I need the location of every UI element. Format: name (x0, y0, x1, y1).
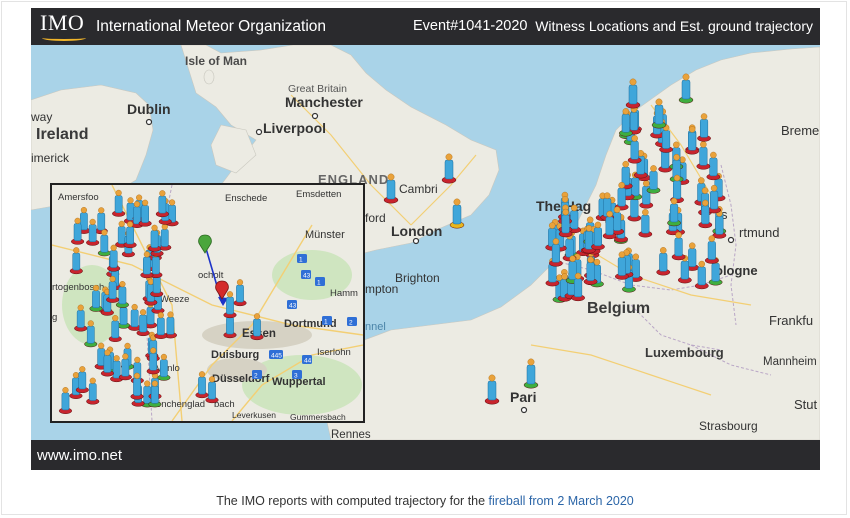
inset-label-gummersbach: Gummersbach (290, 412, 346, 421)
label-southampton: mpton (365, 282, 398, 296)
label-strasbourg: Strasbourg (699, 419, 758, 433)
road-shield-icon: 43 (287, 300, 297, 310)
label-liverpool: Liverpool (263, 120, 326, 136)
figure-footer-bar: www.imo.net (31, 440, 820, 470)
inset-label-emsdetten: Emsdetten (296, 189, 341, 200)
trajectory-figure: IMO International Meteor Organization Ev… (31, 8, 820, 470)
inset-label-iserlohn: Iserlohn (317, 347, 351, 358)
label-rennes: Rennes (331, 429, 371, 440)
label-oxford: ford (365, 211, 386, 225)
svg-text:2: 2 (349, 320, 353, 327)
road-shield-icon: 445 (269, 350, 283, 360)
label-dublin: Dublin (127, 101, 171, 117)
road-shield-icon: 44 (302, 355, 312, 365)
logo-swoosh-icon (42, 35, 86, 41)
label-ireland: Ireland (36, 126, 88, 143)
inset-label-venlo: Venlo (156, 363, 180, 374)
caption-link-fireball[interactable]: fireball (489, 494, 526, 508)
label-isle-of-man: Isle of Man (185, 54, 247, 68)
inset-label-amersfoort: Amersfoo (58, 192, 99, 203)
label-mannheim: Mannheim (763, 356, 817, 368)
imo-logo-text: IMO (40, 10, 85, 35)
detail-inset-map: Amersfoo Enschede Emsdetten Münster Hamm… (50, 183, 365, 423)
figure-header-bar: IMO International Meteor Organization Ev… (31, 8, 820, 45)
org-name: International Meteor Organization (96, 17, 327, 35)
caption-text: The IMO reports with computed trajectory… (216, 494, 489, 508)
road-shield-icon: 2 (252, 370, 262, 380)
inset-label-leverkusen: Leverkusen (232, 410, 276, 420)
label-cambridge: Cambri (399, 182, 438, 196)
label-channel: nnel (365, 321, 386, 333)
event-id: Event#1041-2020 (413, 18, 528, 34)
label-paris: Pari (510, 389, 536, 405)
svg-text:43: 43 (289, 303, 297, 310)
svg-text:1: 1 (299, 257, 303, 264)
inset-label-enschede: Enschede (225, 193, 267, 204)
label-brighton: Brighton (395, 271, 440, 285)
inset-label-bocholt: ocholt (198, 270, 224, 281)
label-bremen: Breme (781, 123, 819, 138)
road-shield-icon: 2 (347, 317, 357, 327)
label-luxembourg: Luxembourg (645, 345, 724, 360)
inset-label-g: g (52, 312, 57, 323)
figure-title: Witness Locations and Est. ground trajec… (535, 18, 813, 34)
caption-link-date[interactable]: from 2 March 2020 (525, 494, 634, 508)
road-shield-icon: 1 (322, 316, 332, 326)
imo-logo: IMO (40, 8, 96, 45)
svg-text:1: 1 (317, 280, 321, 287)
road-shield-icon: 3 (292, 370, 302, 380)
inset-svg: Amersfoo Enschede Emsdetten Münster Hamm… (52, 185, 363, 421)
label-frankfurt: Frankfu (769, 313, 813, 328)
site-url: www.imo.net (37, 447, 123, 464)
road-shield-icon: 1 (315, 277, 325, 287)
road-shield-icon: 43 (301, 270, 311, 280)
svg-text:44: 44 (304, 358, 312, 365)
inset-label-weeze: Weeze (160, 294, 189, 305)
svg-text:1: 1 (324, 319, 328, 326)
witness-marker-icon (625, 78, 641, 109)
land-isle-of-man (203, 69, 215, 85)
label-london: London (391, 223, 442, 239)
label-way: way (31, 110, 52, 124)
label-limerick: imerick (31, 151, 70, 165)
road-shield-icon: 1 (297, 254, 307, 264)
inset-label-munster: Münster (305, 229, 345, 241)
label-cologne: ologne (715, 263, 758, 278)
svg-text:445: 445 (271, 353, 282, 360)
svg-text:2: 2 (254, 373, 258, 380)
figure-caption: The IMO reports with computed trajectory… (0, 494, 850, 508)
svg-text:3: 3 (294, 373, 298, 380)
inset-label-duisburg: Duisburg (211, 349, 259, 361)
svg-text:43: 43 (303, 273, 311, 280)
label-stuttgart: Stut (794, 397, 818, 412)
label-manchester: Manchester (285, 94, 363, 110)
label-dortmund-main: rtmund (739, 225, 779, 240)
inset-label-hamm: Hamm (330, 288, 358, 299)
label-belgium: Belgium (587, 300, 650, 317)
